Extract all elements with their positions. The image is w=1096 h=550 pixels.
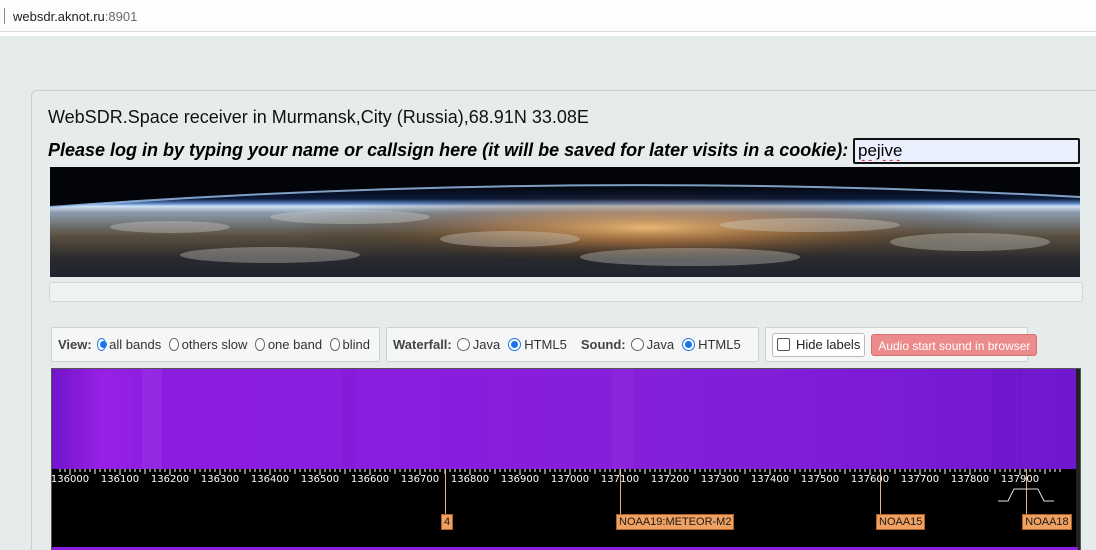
waterfall-java-label: Java [472, 337, 501, 352]
frequency-tick-label: 136300 [200, 474, 240, 485]
frequency-tick-label: 136400 [250, 474, 290, 485]
top-strip [0, 32, 1096, 36]
frequency-tick-label: 136700 [400, 474, 440, 485]
view-option-label: one band [267, 337, 323, 352]
hide-labels-checkbox[interactable] [777, 338, 790, 351]
station-marker-line [620, 469, 621, 514]
sound-java-radio[interactable] [630, 338, 644, 351]
sound-java-label: Java [646, 337, 675, 352]
frequency-scale[interactable]: 136000 136100 136200 136300 136400 136500 1366… [50, 469, 1078, 550]
frequency-tick-label: 136100 [100, 474, 140, 485]
waterfall-spectrogram[interactable] [52, 369, 1078, 469]
waterfall-html5-label: HTML5 [524, 337, 567, 352]
hide-labels-toggle[interactable]: Hide labels [772, 332, 866, 357]
frequency-tick-label: 136600 [350, 474, 390, 485]
station-label[interactable]: NOAA18 [1022, 514, 1072, 530]
audio-start-button[interactable]: Audio start sound in browser [871, 333, 1038, 356]
sound-html5-label: HTML5 [698, 337, 741, 352]
station-marker-line [445, 469, 446, 514]
status-bar [49, 282, 1083, 302]
frequency-tick-label: 136800 [450, 474, 490, 485]
waterfall-display[interactable]: 136000 136100 136200 136300 136400 136500 1366… [51, 368, 1081, 550]
station-label[interactable]: NOAA15 [876, 514, 926, 530]
view-label: View: [58, 337, 92, 352]
frequency-tick-label: 137700 [900, 474, 940, 485]
view-all-bands-radio[interactable] [96, 338, 108, 351]
frequency-tick-label: 136500 [300, 474, 340, 485]
frequency-tick-label: 137200 [650, 474, 690, 485]
passband-indicator[interactable] [996, 483, 1056, 503]
sound-label: Sound: [580, 337, 626, 352]
view-option-label: others slow [181, 337, 248, 352]
login-prompt: Please log in by typing your name or cal… [48, 140, 849, 160]
frequency-tick-label: 136000 [50, 474, 90, 485]
address-bar[interactable]: websdr.aknot.ru:8901 [0, 0, 1096, 32]
waterfall-java-radio[interactable] [456, 338, 470, 351]
frequency-tick-label: 137600 [850, 474, 890, 485]
url-port: :8901 [104, 9, 138, 24]
frequency-tick-label: 136900 [500, 474, 540, 485]
station-label[interactable]: NOAA19:METEOR-M2 [616, 514, 735, 530]
view-blind-radio[interactable] [330, 338, 340, 351]
url-text[interactable]: websdr.aknot.ru:8901 [13, 9, 137, 24]
url-host: websdr.aknot.ru [13, 9, 105, 24]
frequency-tick-label: 136200 [150, 474, 190, 485]
view-one-band-radio[interactable] [255, 338, 265, 351]
text-caret [4, 8, 5, 24]
waterfall-noise [52, 369, 1078, 469]
waterfall-sound-controls: Waterfall: Java HTML5 Sound: Java HTML5 [386, 327, 759, 362]
frequency-tick-label: 137300 [700, 474, 740, 485]
waterfall-label: Waterfall: [393, 337, 452, 352]
waterfall-html5-radio[interactable] [508, 338, 522, 351]
frequency-tick-label: 137500 [800, 474, 840, 485]
earth-banner-image [50, 167, 1080, 277]
station-label[interactable]: 4 [441, 514, 454, 530]
sound-html5-radio[interactable] [682, 338, 696, 351]
view-option-label: blind [342, 337, 370, 352]
frequency-tick-label: 137000 [550, 474, 590, 485]
view-others-slow-radio[interactable] [169, 338, 179, 351]
frequency-tick-label: 137400 [750, 474, 790, 485]
view-option-label: all bands [109, 337, 162, 352]
receiver-title: WebSDR.Space receiver in Murmansk,City (… [48, 107, 589, 127]
view-controls: View: all bands others slow one band bli… [51, 327, 380, 362]
station-marker-line [880, 469, 881, 514]
frequency-tick-label: 137800 [950, 474, 990, 485]
hide-labels-label: Hide labels [796, 337, 861, 352]
labels-audio-controls: Hide labels Audio start sound in browser [765, 327, 1038, 362]
callsign-input[interactable] [853, 138, 1080, 164]
